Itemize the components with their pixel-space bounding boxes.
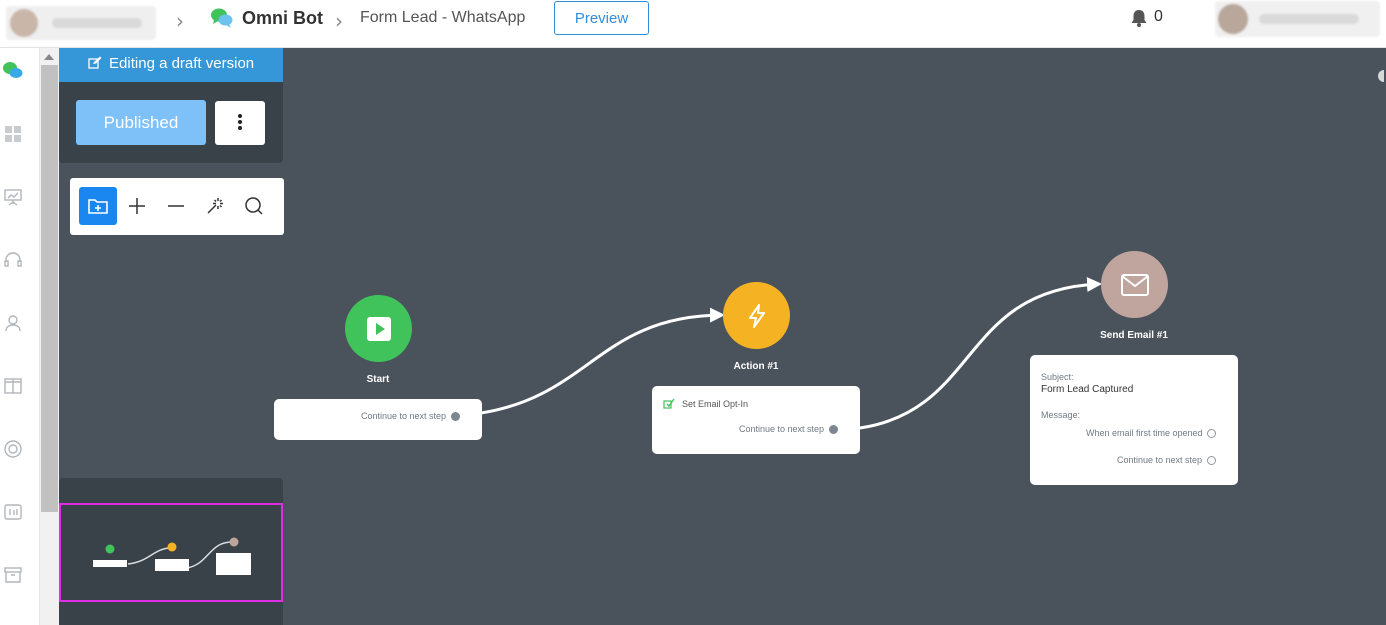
email-node-card[interactable]: Subject: Form Lead Captured Message: Whe… <box>1030 355 1238 485</box>
zoom-in-button[interactable] <box>118 187 156 225</box>
envelope-icon <box>1120 273 1149 296</box>
start-output-port[interactable] <box>451 412 460 421</box>
minus-icon <box>168 205 184 207</box>
email-opened-port[interactable] <box>1207 429 1216 438</box>
action-node-icon-circle[interactable] <box>723 282 790 349</box>
start-continue-label: Continue to next step <box>361 411 447 421</box>
published-button[interactable]: Published <box>76 100 206 145</box>
email-continue-label: Continue to next step <box>1117 455 1203 465</box>
edit-icon <box>88 56 102 69</box>
edit-check-icon <box>663 398 675 409</box>
magic-wand-icon <box>207 198 223 214</box>
version-panel: Editing a draft version Published <box>59 48 283 163</box>
canvas-edge-handle[interactable] <box>1378 70 1384 82</box>
plus-icon <box>129 198 145 214</box>
kebab-menu-icon <box>238 114 242 118</box>
start-node-card[interactable]: Continue to next step <box>274 399 482 440</box>
action-continue-label: Continue to next step <box>739 424 825 434</box>
email-output-port[interactable] <box>1207 456 1216 465</box>
add-step-button[interactable] <box>79 187 117 225</box>
start-node-title: Start <box>366 374 390 385</box>
kebab-menu-icon <box>238 126 242 130</box>
search-icon <box>245 197 263 215</box>
lightning-icon <box>748 303 765 328</box>
search-button[interactable] <box>235 187 273 225</box>
email-opened-label: When email first time opened <box>1086 428 1203 438</box>
action-node-card[interactable]: Set Email Opt-In Continue to next step <box>652 386 860 454</box>
draft-banner: Editing a draft version <box>59 48 283 82</box>
action-node-title: Action #1 <box>733 361 779 372</box>
email-subject-value: Form Lead Captured <box>1041 384 1134 395</box>
action-output-port[interactable] <box>829 425 838 434</box>
canvas-toolbar <box>70 178 284 235</box>
kebab-menu-icon <box>238 120 242 124</box>
zoom-out-button[interactable] <box>157 187 195 225</box>
email-message-label: Message: <box>1041 410 1081 420</box>
email-node-title: Send Email #1 <box>1100 330 1168 341</box>
folder-plus-icon <box>88 199 108 214</box>
draft-banner-text: Editing a draft version <box>109 55 255 72</box>
email-subject-label: Subject: <box>1041 372 1074 382</box>
start-node-icon-circle[interactable] <box>345 295 412 362</box>
minimap-viewport[interactable] <box>59 503 283 602</box>
more-options-button[interactable] <box>215 101 265 145</box>
action-step-label: Set Email Opt-In <box>682 399 749 409</box>
email-node-icon-circle[interactable] <box>1101 251 1168 318</box>
play-icon <box>366 316 391 341</box>
minimap[interactable] <box>59 478 283 625</box>
auto-arrange-button[interactable] <box>196 187 234 225</box>
